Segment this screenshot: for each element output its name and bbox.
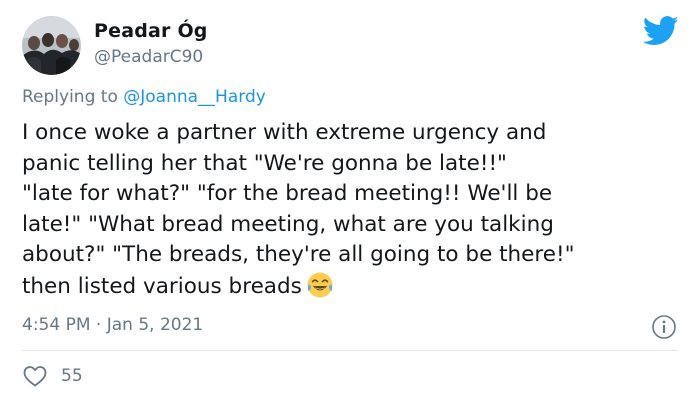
author-display-name[interactable]: Peadar Óg <box>94 20 208 42</box>
like-count: 55 <box>61 366 83 386</box>
avatar[interactable] <box>22 16 81 75</box>
replying-to: Replying to @Joanna__Hardy <box>22 87 266 107</box>
tweet-line: panic telling her that "We're gonna be l… <box>22 150 507 176</box>
tweet-text: I once woke a partner with extreme urgen… <box>22 118 662 302</box>
tweet-line: about?" "The breads, they're all going t… <box>22 242 575 267</box>
twitter-bird-icon[interactable] <box>643 16 679 46</box>
author-handle[interactable]: @PeadarC90 <box>94 47 203 67</box>
replying-prefix: Replying to <box>22 87 124 107</box>
tweet-line-last: then listed various breads <box>22 271 662 303</box>
heart-icon[interactable] <box>22 364 48 388</box>
divider <box>22 350 678 351</box>
tweet-line-text: then listed various breads <box>22 273 302 299</box>
reply-mention-link[interactable]: @Joanna__Hardy <box>123 87 266 107</box>
tweet-card: Peadar Óg @PeadarC90 Replying to @Joanna… <box>0 0 700 403</box>
profile-photo-icon <box>22 16 81 75</box>
info-icon[interactable] <box>651 314 677 340</box>
tweet-line: "late for what?" "for the bread meeting!… <box>22 181 553 206</box>
tweet-line: late!" "What bread meeting, what are you… <box>22 211 554 237</box>
face-with-tears-of-joy-icon <box>307 272 333 297</box>
tweet-timestamp[interactable]: 4:54 PM · Jan 5, 2021 <box>22 315 203 335</box>
tweet-line: I once woke a partner with extreme urgen… <box>22 120 547 145</box>
